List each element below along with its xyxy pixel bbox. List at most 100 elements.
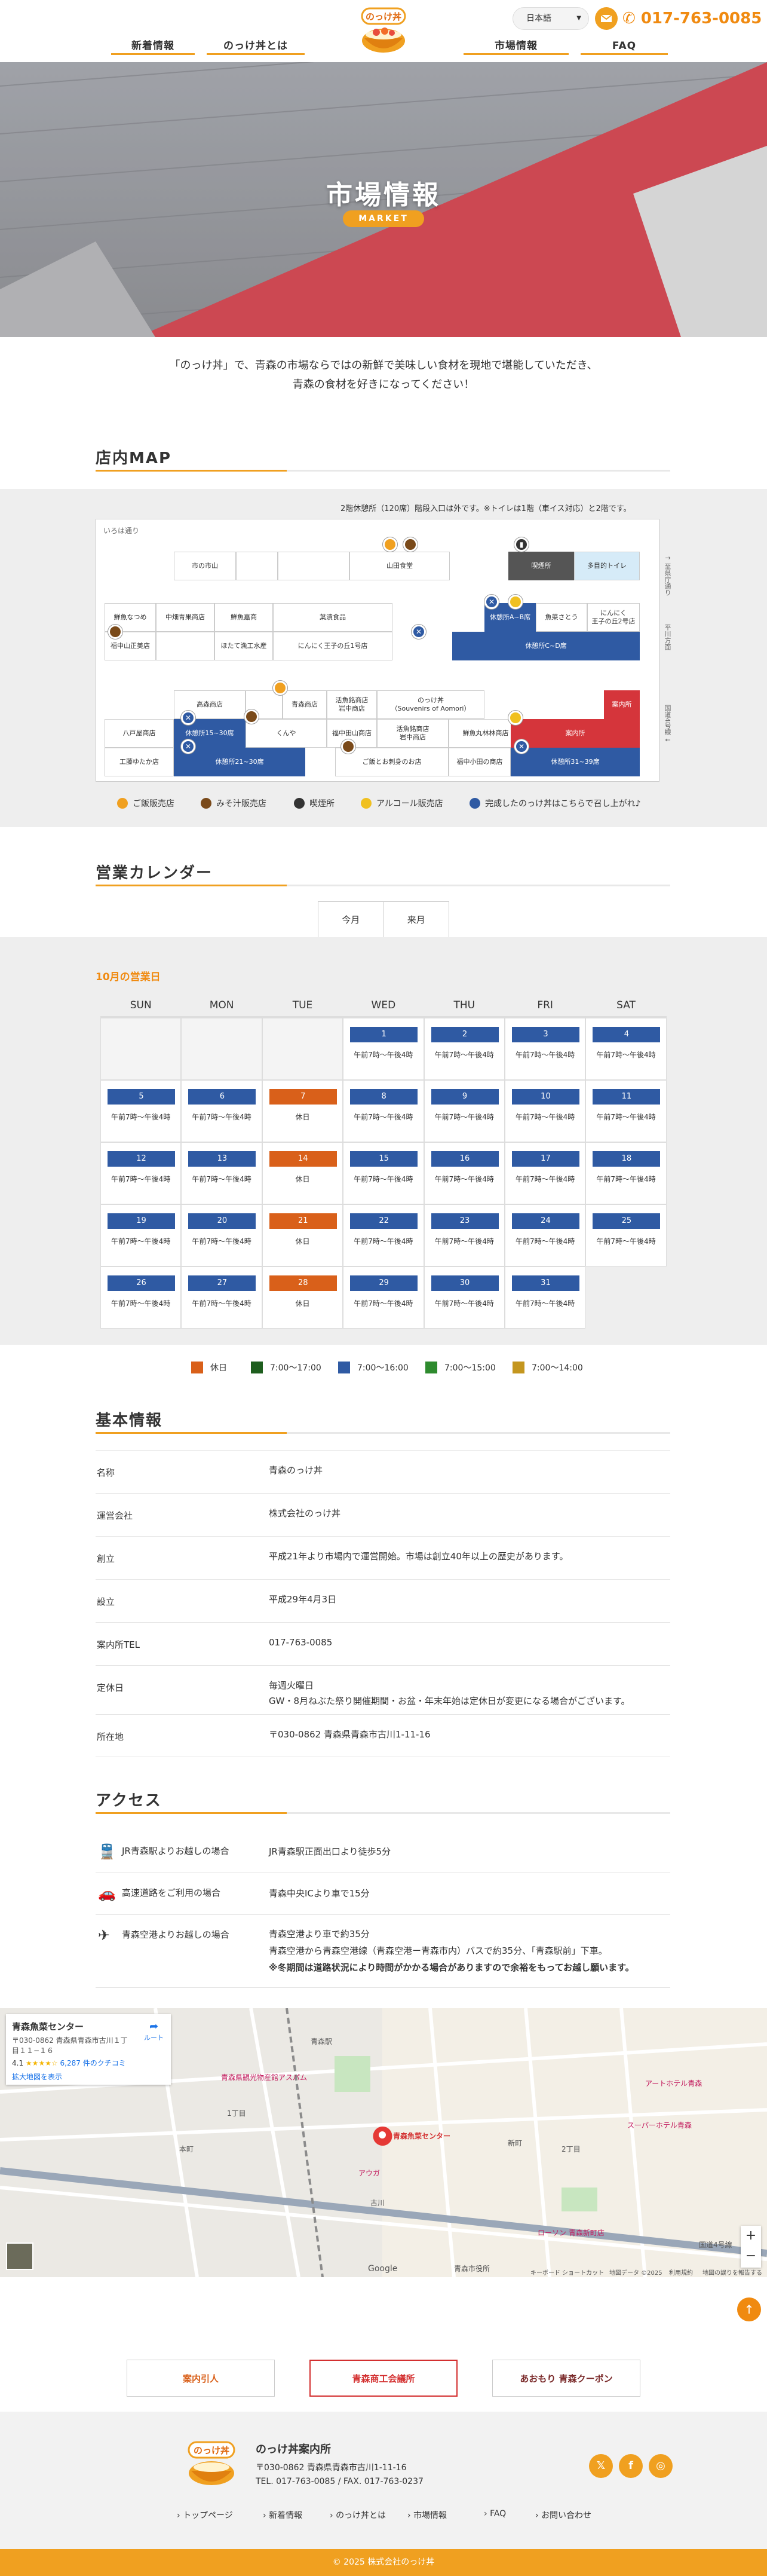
map-card-rating: 4.1	[12, 2059, 24, 2067]
svg-text:のっけ丼: のっけ丼	[194, 2445, 229, 2456]
day-number: 30	[431, 1275, 499, 1291]
access-row-train: 🚆 JR青森駅よりお越しの場合 JR青森駅正面出口より徒歩5分	[96, 1831, 670, 1873]
day-number: 12	[108, 1151, 175, 1167]
copyright: © 2025 株式会社のっけ丼	[0, 2549, 767, 2576]
weekday: WED	[371, 999, 396, 1011]
cal-legend-holiday: 休日	[191, 1362, 227, 1373]
rest-area: 休憩所31~39席	[511, 748, 640, 776]
store-map-title: 店内MAP	[96, 449, 172, 467]
footer-link-contact[interactable]: › お問い合わせ	[535, 2509, 591, 2521]
day-number: 28	[269, 1275, 337, 1291]
calendar-day: 12 午前7時〜午後4時	[100, 1142, 182, 1204]
map-card-reviews[interactable]: 6,287 件のクチコミ	[60, 2059, 126, 2067]
stall: 葉漬食品	[273, 603, 392, 632]
svg-text:Google: Google	[368, 2264, 397, 2274]
map-zoom-controls[interactable]: + −	[741, 2226, 761, 2268]
zoom-in-button[interactable]: +	[741, 2226, 761, 2246]
footer-link-news[interactable]: › 新着情報	[263, 2509, 302, 2521]
header-phone[interactable]: ✆ 017-763-0085	[622, 7, 762, 30]
footer-link-top[interactable]: › トップページ	[177, 2509, 233, 2521]
nav-market[interactable]: 市場情報	[464, 37, 569, 55]
calendar-day: 7 休日	[262, 1080, 343, 1142]
mail-icon[interactable]	[595, 7, 618, 30]
airplane-icon: ✈	[98, 1927, 111, 1944]
hero-title: 市場情報	[326, 180, 441, 210]
day-number: 9	[431, 1089, 499, 1105]
calendar-day: 9 午前7時〜午後4時	[424, 1080, 505, 1142]
day-hours: 午前7時〜午後4時	[516, 1113, 575, 1121]
weekday: MON	[209, 999, 234, 1011]
car-icon: 🚗	[98, 1885, 116, 1902]
x-icon[interactable]: 𝕏	[589, 2454, 613, 2478]
map-card-title: 青森魚菜センター	[12, 2021, 84, 2032]
day-number: 17	[511, 1151, 579, 1167]
tab-this-month[interactable]: 今月	[318, 902, 384, 937]
day-number: 1	[350, 1027, 418, 1042]
day-number: 10	[511, 1089, 579, 1105]
banner-chamber[interactable]: 青森商工会議所	[309, 2360, 458, 2397]
page: 新着情報 のっけ丼とは のっけ丼 市場情報 FAQ 日本語 ▼ ✆ 017-763…	[0, 0, 767, 2576]
rice-icon	[117, 798, 128, 809]
calendar-day: 24 午前7時〜午後4時	[504, 1204, 586, 1266]
calendar-empty-cell	[100, 1018, 182, 1080]
alcohol-icon	[361, 798, 372, 809]
day-number: 2	[431, 1027, 499, 1042]
day-number: 5	[108, 1089, 175, 1105]
eat-here-icon	[470, 798, 480, 809]
day-number: 6	[188, 1089, 256, 1105]
day-hours: 午前7時〜午後4時	[192, 1113, 251, 1121]
facebook-icon[interactable]: f	[619, 2454, 643, 2478]
day-number: 31	[511, 1275, 579, 1291]
nav-faq[interactable]: FAQ	[581, 37, 668, 55]
google-map[interactable]: 青森駅 アートホテル青森 青森県観光物産館アスパム 新町 1丁目 2丁目 古川 …	[0, 2008, 767, 2277]
road-label-right-3: 国道4号線 ↓	[664, 705, 671, 743]
access-row-car: 🚗 高速道路をご利用の場合 青森中央ICより車で15分	[96, 1873, 670, 1915]
instagram-icon[interactable]: ◎	[649, 2454, 673, 2478]
calendar-day: 13 午前7時〜午後4時	[181, 1142, 262, 1204]
footer-link-faq[interactable]: › FAQ	[484, 2509, 506, 2519]
site-logo[interactable]: のっけ丼	[356, 5, 411, 57]
banner-coupon[interactable]: あおもり 青森クーポン	[492, 2360, 640, 2397]
access-row-airport: ✈ 青森空港よりお越しの場合 青森空港より車で約35分 青森空港から青森空港線（青…	[96, 1915, 670, 1988]
nav-about[interactable]: のっけ丼とは	[207, 37, 305, 55]
map-satellite-toggle[interactable]	[6, 2242, 33, 2270]
toilet: 多目的トイレ	[574, 552, 640, 580]
rice-shop-marker	[383, 537, 397, 552]
map-enlarge-link[interactable]: 拡大地図を表示	[12, 2072, 165, 2082]
section-divider	[96, 470, 670, 472]
stall: 中畑青果商店	[156, 603, 214, 632]
map-directions-button[interactable]: ➦ ルート	[144, 2020, 164, 2042]
stall: 八戸屋商店	[105, 719, 174, 748]
tab-next-month[interactable]: 来月	[384, 902, 449, 937]
stall: 山田食堂	[349, 552, 450, 580]
scroll-top-button[interactable]: ↑	[737, 2297, 761, 2321]
calendar-tabs: 今月 来月	[318, 901, 449, 937]
calendar-day: 30 午前7時〜午後4時	[424, 1266, 505, 1329]
train-icon: 🚆	[98, 1843, 116, 1860]
footer-link-market[interactable]: › 市場情報	[407, 2509, 447, 2521]
info-row-name: 名称 青森のっけ丼	[96, 1450, 670, 1493]
access-title: アクセス	[96, 1792, 162, 1810]
calendar-week: 19 午前7時〜午後4時 20 午前7時〜午後4時 21 休日 22 午前7時〜午後4時 23 午…	[100, 1204, 667, 1266]
stall: ほたて漁工水産	[214, 632, 273, 660]
footer-link-about[interactable]: › のっけ丼とは	[330, 2509, 386, 2521]
calendar-month-title: 10月の営業日	[96, 971, 161, 983]
info-row-closed: 定休日 毎週火曜日 GW・8月ねぶた祭り開催期間・お盆・年末年始は定休日が変更になる…	[96, 1665, 670, 1714]
miso-soup-marker	[403, 537, 418, 552]
store-map-note: 2階休憩所（120席）階段入口は外です。※トイレは1階（車イス対応）と2階です。	[340, 504, 631, 513]
banner-guide[interactable]: 案内引人	[127, 2360, 275, 2397]
hero-badge: MARKET	[343, 210, 424, 227]
day-hours: 午前7時〜午後4時	[434, 1113, 494, 1121]
footer-logo[interactable]: のっけ丼	[183, 2439, 240, 2490]
day-number: 16	[431, 1151, 499, 1167]
nav-news[interactable]: 新着情報	[111, 37, 195, 55]
day-number: 23	[431, 1213, 499, 1229]
calendar-day: 20 午前7時〜午後4時	[181, 1204, 262, 1266]
calendar-day: 1 午前7時〜午後4時	[343, 1018, 424, 1080]
language-select[interactable]: 日本語 ▼	[513, 7, 589, 30]
calendar-day: 19 午前7時〜午後4時	[100, 1204, 182, 1266]
day-hours: 午前7時〜午後4時	[516, 1175, 575, 1183]
svg-text:本町: 本町	[179, 2145, 194, 2153]
stall: 市の市山	[174, 552, 236, 580]
zoom-out-button[interactable]: −	[741, 2246, 761, 2266]
